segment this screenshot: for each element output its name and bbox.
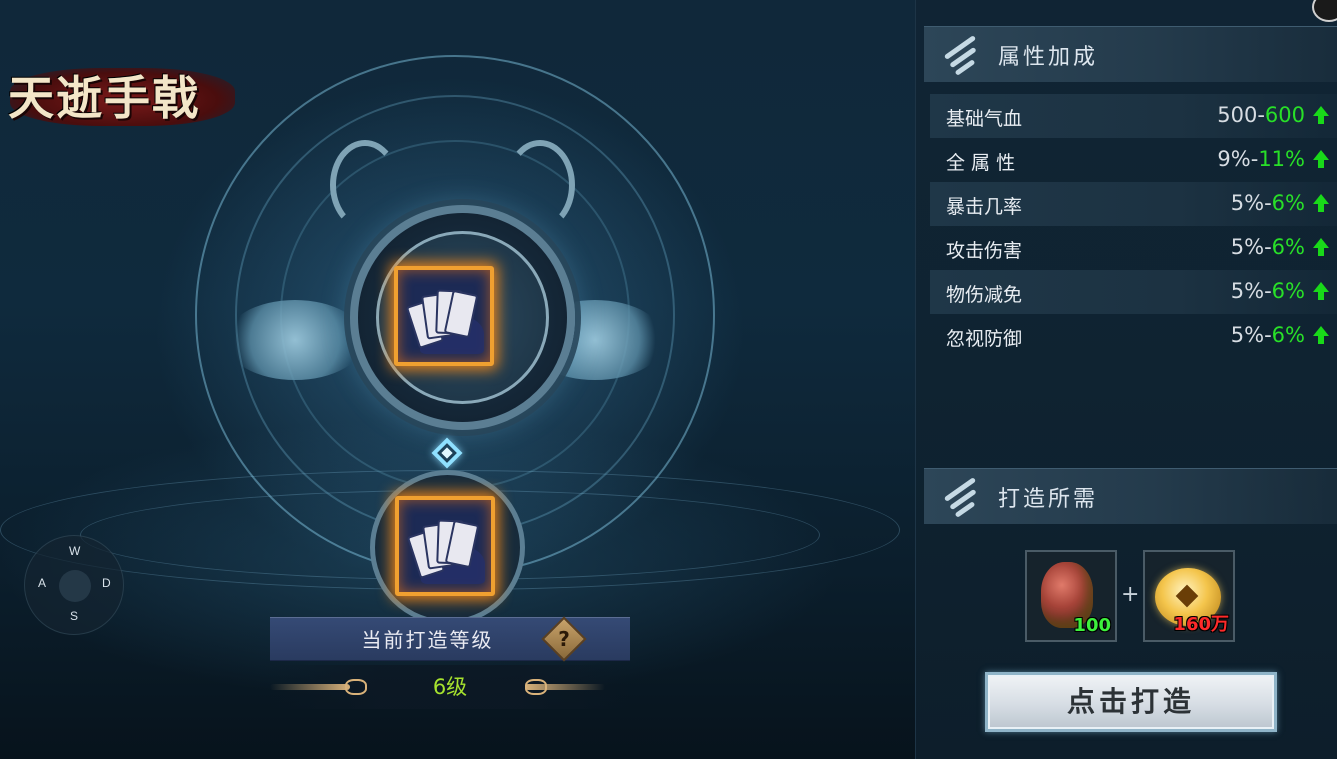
emblem-horn-left (330, 140, 400, 230)
increase-arrow-icon (1313, 238, 1329, 258)
playing-cards-icon (406, 514, 485, 584)
increase-arrow-icon (1313, 282, 1329, 302)
attribute-row: 物伤减免 5%-6% (930, 270, 1337, 314)
attribute-name: 基础气血 (946, 108, 1023, 130)
feather-icon (940, 477, 982, 518)
increase-arrow-icon (1313, 194, 1329, 214)
current-level-row: 6级 (270, 665, 630, 709)
attribute-row: 攻击伤害 5%-6% (930, 226, 1337, 270)
current-level-banner: 当前打造等级 ? (270, 616, 630, 662)
material-count: 160万 (1173, 614, 1229, 635)
attribute-value: 5%-6% (1230, 323, 1305, 347)
emblem-horn-right (505, 140, 575, 230)
attribute-value: 5%-6% (1230, 279, 1305, 303)
current-weapon-slot[interactable] (394, 266, 494, 366)
attribute-list: 基础气血 500-600 全 属 性 9%-11% 暴击几率 5%-6% 攻击伤… (930, 94, 1337, 358)
material-count: 100 (1073, 615, 1111, 636)
feather-icon (940, 35, 982, 76)
joystick-key-right: D (102, 576, 111, 590)
attribute-value: 5%-6% (1230, 235, 1305, 259)
attribute-new-value: 11% (1258, 147, 1305, 171)
attribute-name: 暴击几率 (946, 196, 1023, 218)
attribute-name: 攻击伤害 (946, 240, 1023, 262)
attribute-value: 5%-6% (1230, 191, 1305, 215)
attribute-row: 全 属 性 9%-11% (930, 138, 1337, 182)
attribute-value: 500-600 (1217, 103, 1305, 127)
attribute-new-value: 6% (1271, 191, 1305, 215)
next-weapon-slot[interactable] (395, 496, 495, 596)
ornament-right (525, 684, 605, 690)
weapon-title-logo: 天逝手戟 (2, 48, 242, 138)
forge-requirements-title: 打造所需 (998, 487, 1099, 512)
material-slot-gold[interactable]: 160万 (1143, 550, 1235, 642)
plus-sign: + (1121, 582, 1140, 607)
attribute-new-value: 6% (1271, 235, 1305, 259)
attribute-bonus-header: 属性加成 (924, 26, 1337, 82)
emblem-wing-left (225, 300, 365, 380)
forge-requirements-header: 打造所需 (924, 468, 1337, 524)
movement-joystick[interactable]: W A D S (24, 535, 124, 635)
increase-arrow-icon (1313, 106, 1329, 126)
joystick-key-down: S (70, 609, 79, 623)
attribute-name: 忽视防御 (946, 328, 1023, 350)
attribute-row: 暴击几率 5%-6% (930, 182, 1337, 226)
attribute-row: 基础气血 500-600 (930, 94, 1337, 138)
joystick-key-left: A (38, 576, 47, 590)
attribute-new-value: 6% (1271, 323, 1305, 347)
forge-button-label: 点击打造 (1066, 685, 1195, 718)
attribute-new-value: 600 (1264, 103, 1305, 127)
material-slot-ore[interactable]: 100 (1025, 550, 1117, 642)
attribute-bonus-title: 属性加成 (998, 45, 1099, 70)
weapon-name: 天逝手戟 (8, 71, 200, 125)
attribute-new-value: 6% (1271, 279, 1305, 303)
current-level-title: 当前打造等级 (361, 628, 494, 652)
playing-cards-icon (405, 284, 484, 354)
attribute-value: 9%-11% (1217, 147, 1305, 171)
forge-button[interactable]: 点击打造 (985, 672, 1277, 732)
attribute-name: 物伤减免 (946, 284, 1023, 306)
joystick-knob[interactable] (59, 570, 91, 602)
increase-arrow-icon (1313, 326, 1329, 346)
forge-scene: 天逝手戟 当前打造等级 ? 6级 W A D S (0, 0, 915, 759)
attribute-name: 全 属 性 (946, 152, 1016, 174)
joystick-key-up: W (69, 544, 81, 558)
increase-arrow-icon (1313, 150, 1329, 170)
attribute-row: 忽视防御 5%-6% (930, 314, 1337, 358)
